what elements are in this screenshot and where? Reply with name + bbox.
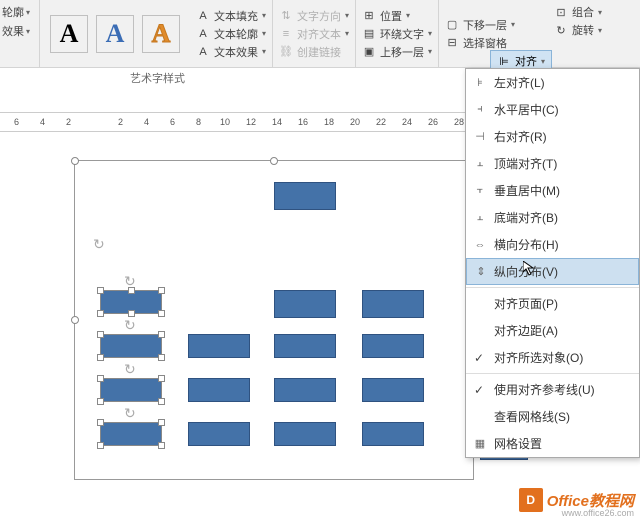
align-bottom-icon: ⫠	[472, 211, 488, 224]
shape-outline-button[interactable]: 轮廓▾	[2, 4, 37, 20]
create-link-button: ⛓创建链接	[279, 44, 349, 60]
rotation-handle-icon[interactable]: ↻	[124, 361, 138, 375]
shape-rect[interactable]	[188, 378, 250, 402]
align-top-item[interactable]: ⫠顶端对齐(T)	[466, 150, 639, 177]
wordart-group-label: 艺术字样式	[130, 70, 185, 86]
text-outline-button[interactable]: A文本轮廓▾	[196, 26, 266, 42]
cursor-icon	[523, 261, 537, 280]
shape-rect[interactable]	[362, 378, 424, 402]
shape-rect[interactable]	[188, 422, 250, 446]
align-middle-v-icon: ⫟	[472, 184, 488, 197]
text-outline-icon: A	[196, 27, 210, 41]
selection-pane-button[interactable]: ⊟选择窗格	[445, 35, 515, 51]
shape-rect[interactable]	[274, 290, 336, 318]
align-selected-item[interactable]: ✓对齐所选对象(O)	[466, 344, 639, 371]
align-center-h-icon: ⫞	[472, 103, 488, 116]
grid-settings-item[interactable]: ▦网格设置	[466, 430, 639, 457]
shape-rect[interactable]	[362, 290, 424, 318]
text-fill-button[interactable]: A文本填充▾	[196, 8, 266, 24]
shape-rect[interactable]	[362, 422, 424, 446]
shape-rect-selected[interactable]: ↻	[100, 334, 162, 358]
align-middle-v-item[interactable]: ⫟垂直居中(M)	[466, 177, 639, 204]
distribute-v-item[interactable]: ⇕纵向分布(V)	[466, 258, 639, 285]
grid-icon: ▦	[472, 437, 488, 450]
rotation-handle-icon[interactable]: ↻	[93, 236, 107, 250]
text-layout-group: ⇅文字方向▾ ≡对齐文本▾ ⛓创建链接	[273, 0, 356, 67]
wordart-style-2[interactable]: A	[96, 15, 134, 53]
shape-rect[interactable]	[274, 378, 336, 402]
bring-forward-icon: ▣	[362, 45, 376, 59]
text-effect-icon: A	[196, 45, 210, 59]
rotate-icon: ↻	[554, 23, 568, 37]
group-button[interactable]: ⊡组合▾	[554, 4, 602, 20]
ribbon-left-fragment: 轮廓▾ 效果▾	[0, 0, 40, 67]
position-icon: ⊞	[362, 9, 376, 23]
text-effect-button[interactable]: A文本效果▾	[196, 44, 266, 60]
text-direction-icon: ⇅	[279, 9, 293, 23]
rotation-handle-icon[interactable]: ↻	[124, 273, 138, 287]
rotation-handle-icon[interactable]: ↻	[124, 405, 138, 419]
align-bottom-item[interactable]: ⫠底端对齐(B)	[466, 204, 639, 231]
distribute-h-item[interactable]: ⇔横向分布(H)	[466, 231, 639, 258]
align-center-h-item[interactable]: ⫞水平居中(C)	[466, 96, 639, 123]
watermark-badge: D	[519, 488, 543, 512]
use-guides-item[interactable]: ✓使用对齐参考线(U)	[466, 376, 639, 403]
wordart-style-3[interactable]: A	[142, 15, 180, 53]
shape-rect-selected[interactable]: ↻	[100, 290, 162, 314]
align-left-icon: ⊧	[472, 76, 488, 89]
group-icon: ⊡	[554, 5, 568, 19]
bring-forward-button[interactable]: ▣上移一层▾	[362, 44, 432, 60]
position-button[interactable]: ⊞位置▾	[362, 8, 432, 24]
shape-rect[interactable]	[274, 182, 336, 210]
shape-effect-button[interactable]: 效果▾	[2, 23, 37, 39]
shape-rect[interactable]	[274, 422, 336, 446]
align-right-item[interactable]: ⊣右对齐(R)	[466, 123, 639, 150]
align-margin-item[interactable]: 对齐边距(A)	[466, 317, 639, 344]
view-gridlines-item[interactable]: 查看网格线(S)	[466, 403, 639, 430]
text-direction-button: ⇅文字方向▾	[279, 8, 349, 24]
check-icon: ✓	[474, 351, 484, 365]
watermark-url: www.office26.com	[562, 508, 634, 518]
align-right-icon: ⊣	[472, 130, 488, 143]
distribute-h-icon: ⇔	[472, 239, 488, 251]
align-left-item[interactable]: ⊧左对齐(L)	[466, 69, 639, 96]
shape-rect-selected[interactable]: ↻	[100, 422, 162, 446]
send-backward-icon: ▢	[445, 18, 459, 32]
align-icon: ⊫	[497, 54, 511, 68]
align-top-icon: ⫠	[472, 157, 488, 170]
wrap-text-button[interactable]: ▤环绕文字▾	[362, 26, 432, 42]
align-dropdown-menu: ⊧左对齐(L) ⫞水平居中(C) ⊣右对齐(R) ⫠顶端对齐(T) ⫟垂直居中(…	[465, 68, 640, 458]
send-backward-button[interactable]: ▢下移一层▾	[445, 17, 515, 33]
link-icon: ⛓	[279, 45, 293, 59]
align-text-icon: ≡	[279, 27, 293, 41]
distribute-v-icon: ⇕	[473, 265, 489, 278]
align-text-button: ≡对齐文本▾	[279, 26, 349, 42]
wordart-style-1[interactable]: A	[50, 15, 88, 53]
text-fill-icon: A	[196, 9, 210, 23]
check-icon: ✓	[474, 383, 484, 397]
rotate-button[interactable]: ↻旋转▾	[554, 22, 602, 38]
shape-rect[interactable]	[188, 334, 250, 358]
shape-rect-selected[interactable]: ↻	[100, 378, 162, 402]
arrange-group-3: ⊡组合▾ ↻旋转▾	[554, 4, 602, 38]
shape-rect[interactable]	[362, 334, 424, 358]
wordart-styles-group: A A A	[40, 0, 190, 67]
text-style-group: A文本填充▾ A文本轮廓▾ A文本效果▾	[190, 0, 273, 67]
wrap-icon: ▤	[362, 27, 376, 41]
rotation-handle-icon[interactable]: ↻	[124, 317, 138, 331]
align-page-item[interactable]: 对齐页面(P)	[466, 290, 639, 317]
selection-pane-icon: ⊟	[445, 36, 459, 50]
shape-rect[interactable]	[274, 334, 336, 358]
arrange-group-1: ⊞位置▾ ▤环绕文字▾ ▣上移一层▾	[356, 0, 439, 67]
